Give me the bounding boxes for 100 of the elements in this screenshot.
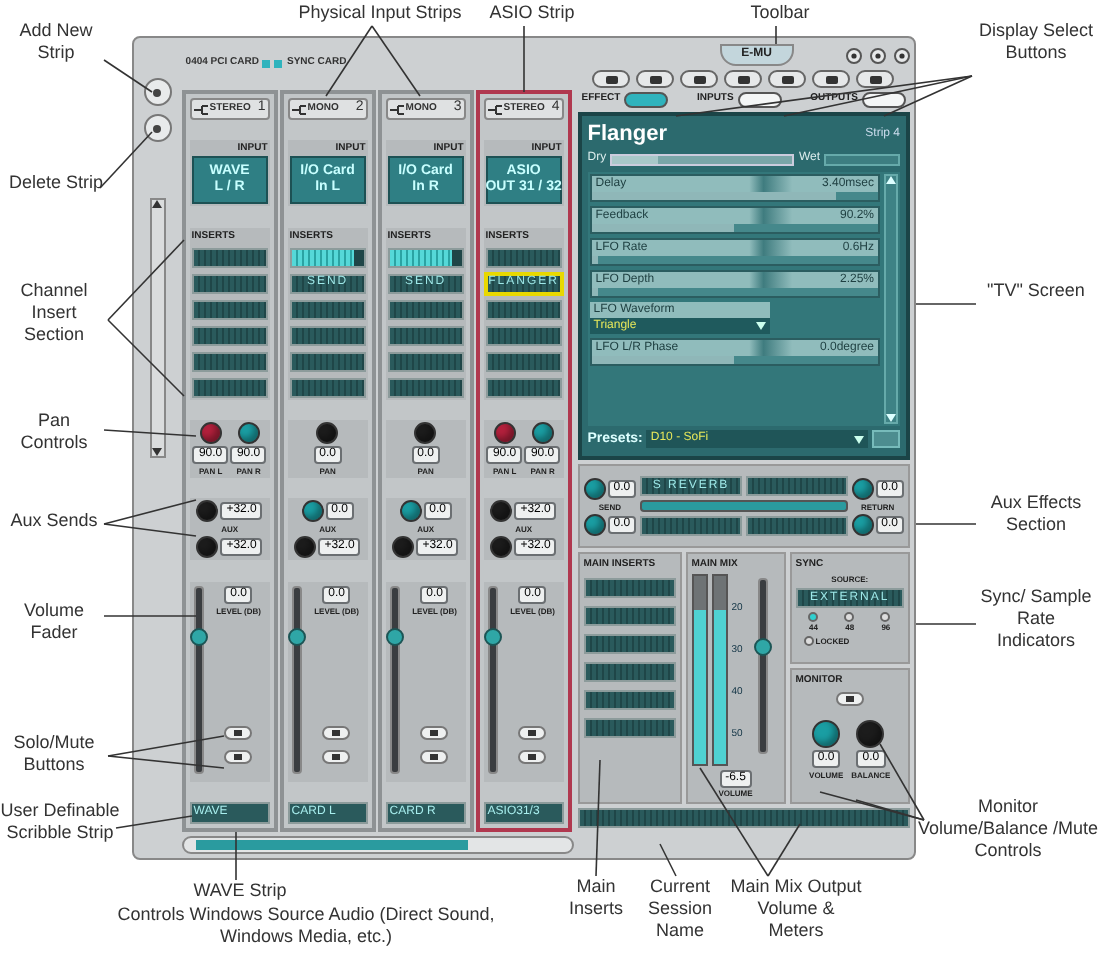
solo-button[interactable] xyxy=(420,749,449,764)
callout-label: Monitor Volume/Balance /Mute Controls xyxy=(916,796,1100,862)
leader-line xyxy=(659,843,677,877)
callout-label: Main Mix Output Volume & Meters xyxy=(728,876,864,942)
vertical-scrollbar[interactable] xyxy=(884,174,899,423)
knob[interactable] xyxy=(812,720,841,748)
insert-slot[interactable] xyxy=(191,299,268,320)
callout-label: Solo/Mute Buttons xyxy=(11,732,97,776)
insert-slot[interactable] xyxy=(583,578,676,598)
horizontal-scrollbar[interactable] xyxy=(181,836,574,854)
solo-button[interactable] xyxy=(518,749,547,764)
glyph-icon xyxy=(869,75,882,83)
insert-slot[interactable] xyxy=(191,247,268,268)
effect-slot[interactable] xyxy=(640,516,742,536)
knob[interactable] xyxy=(851,477,874,499)
insert-slot[interactable] xyxy=(485,325,562,346)
preset-button[interactable] xyxy=(872,430,901,449)
knob[interactable] xyxy=(490,536,513,559)
insert-slot[interactable] xyxy=(583,718,676,738)
display-select-button[interactable] xyxy=(862,92,906,108)
knob[interactable] xyxy=(583,477,606,499)
callout-label: Display Select Buttons xyxy=(976,20,1096,64)
leader-line xyxy=(107,239,185,321)
knob[interactable] xyxy=(399,500,422,523)
glyph-icon xyxy=(649,75,662,83)
knob[interactable] xyxy=(237,421,260,444)
glyph-icon xyxy=(737,75,750,83)
insert-slot[interactable] xyxy=(387,351,464,372)
knob[interactable] xyxy=(301,500,324,523)
callout-label: "TV" Screen xyxy=(985,280,1087,302)
insert-slot[interactable] xyxy=(289,377,366,398)
callout-label: Main Inserts xyxy=(566,876,625,920)
knob[interactable] xyxy=(294,536,317,559)
mix-slider[interactable] xyxy=(610,153,795,165)
knob[interactable] xyxy=(531,421,554,444)
add-strip-button[interactable] xyxy=(143,78,172,106)
insert-slot[interactable] xyxy=(191,377,268,398)
insert-slot[interactable] xyxy=(191,325,268,346)
insert-slot[interactable] xyxy=(583,606,676,626)
leader-line xyxy=(99,131,153,189)
knob[interactable] xyxy=(199,421,222,444)
glyph-icon xyxy=(605,75,618,83)
insert-slot[interactable] xyxy=(191,351,268,372)
insert-slot[interactable] xyxy=(289,299,366,320)
fader-thumb[interactable] xyxy=(385,628,404,647)
knob[interactable] xyxy=(414,421,437,444)
delete-strip-button[interactable] xyxy=(143,114,172,142)
knob[interactable] xyxy=(851,513,874,535)
mute-button[interactable] xyxy=(322,725,351,740)
insert-slot[interactable] xyxy=(191,273,268,294)
mute-button[interactable] xyxy=(518,725,547,740)
fader-thumb[interactable] xyxy=(483,628,502,647)
down-arrow-icon xyxy=(152,448,163,456)
knob[interactable] xyxy=(490,500,513,523)
insert-slot[interactable] xyxy=(289,351,366,372)
knob[interactable] xyxy=(493,421,516,444)
insert-slot[interactable] xyxy=(583,634,676,654)
status-led xyxy=(262,60,271,68)
leader-line xyxy=(915,303,977,305)
insert-slot[interactable] xyxy=(485,299,562,320)
insert-slot[interactable] xyxy=(289,325,366,346)
vertical-scrollbar[interactable] xyxy=(149,198,166,458)
insert-slot[interactable] xyxy=(387,325,464,346)
solo-button[interactable] xyxy=(322,749,351,764)
callout-label: Channel Insert Section xyxy=(18,280,90,346)
plug-icon xyxy=(389,103,404,115)
insert-slot[interactable] xyxy=(583,662,676,682)
knob[interactable] xyxy=(392,536,415,559)
insert-slot[interactable] xyxy=(485,247,562,268)
insert-slot[interactable] xyxy=(583,690,676,710)
fader-thumb[interactable] xyxy=(754,638,773,657)
caret-icon xyxy=(854,435,865,444)
knob[interactable] xyxy=(196,536,219,559)
leader-line xyxy=(371,25,421,97)
insert-slot[interactable] xyxy=(485,351,562,372)
mute-button[interactable] xyxy=(420,725,449,740)
knob[interactable] xyxy=(856,720,885,748)
knob[interactable] xyxy=(583,513,606,535)
glyph-icon xyxy=(825,75,838,83)
insert-slot[interactable] xyxy=(485,377,562,398)
display-select-button[interactable] xyxy=(737,92,782,108)
dot-icon xyxy=(152,87,163,97)
dot-icon xyxy=(152,123,163,133)
fader-thumb[interactable] xyxy=(189,628,208,647)
insert-slot[interactable] xyxy=(387,299,464,320)
mute-button[interactable] xyxy=(835,692,864,706)
callout-label: Pan Controls xyxy=(18,410,90,454)
fader-thumb[interactable] xyxy=(287,628,306,647)
effect-slot[interactable] xyxy=(745,476,848,496)
solo-button[interactable] xyxy=(224,749,253,764)
insert-slot[interactable] xyxy=(387,377,464,398)
leader-line xyxy=(103,59,153,93)
display-select-button[interactable] xyxy=(624,92,669,108)
knob[interactable] xyxy=(196,500,219,523)
leader-line xyxy=(523,25,525,93)
effect-slot[interactable] xyxy=(745,516,848,536)
down-arrow-icon xyxy=(886,413,897,421)
leader-line xyxy=(103,615,197,617)
mute-button[interactable] xyxy=(224,725,253,740)
knob[interactable] xyxy=(316,421,339,444)
